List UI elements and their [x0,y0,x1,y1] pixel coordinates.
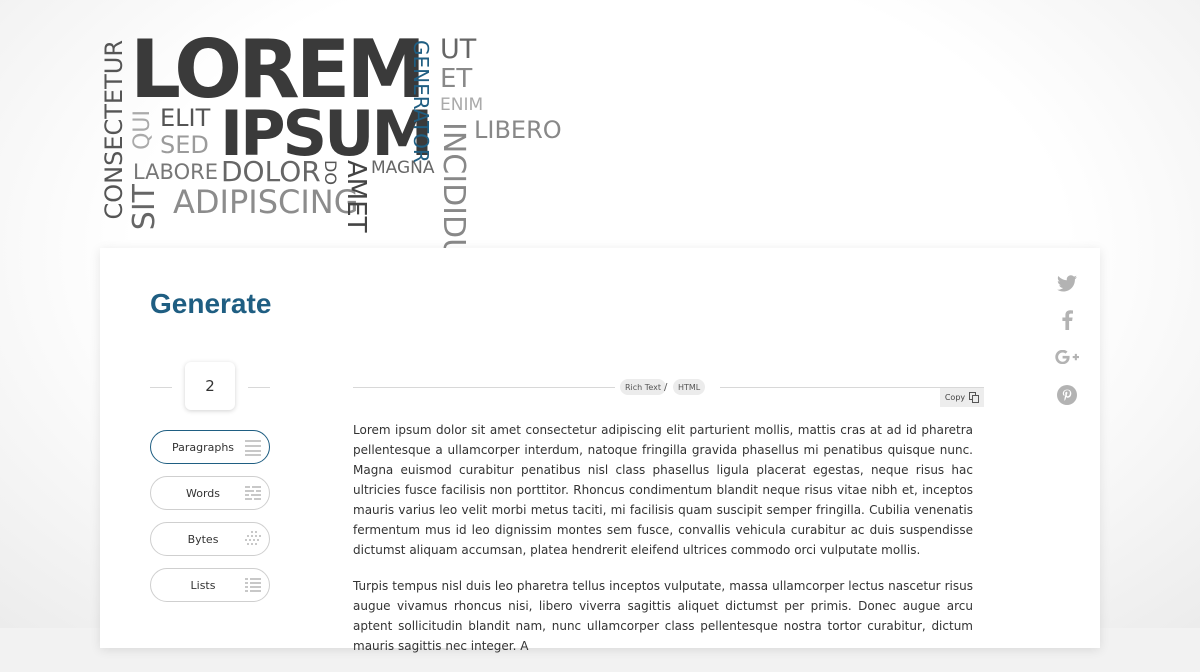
lists-option-button[interactable]: Lists [150,568,270,602]
word-cloud-logo[interactable]: CONSECTETUR LOREM QUI ELIT SED IPSUM LAB… [0,0,600,261]
output-paragraph: Lorem ipsum dolor sit amet consectetur a… [353,423,973,557]
paragraphs-option-button[interactable]: Paragraphs [150,430,270,464]
twitter-icon[interactable] [1054,270,1080,296]
word-elit: ELIT [160,104,211,132]
rich-text-toggle[interactable]: Rich Text [620,379,666,395]
word-enim: ENIM [440,95,484,115]
word-qui: QUI [130,110,155,150]
word-sed: SED [160,131,209,159]
count-divider-left [150,387,172,388]
word-dolor: DOLOR [221,155,321,188]
word-sit: SIT [127,184,162,231]
words-icon [245,486,261,500]
generator-card: Generate 2 Paragraphs Words Bytes Lists … [100,248,1100,653]
google-plus-icon[interactable] [1054,344,1080,370]
bytes-option-button[interactable]: Bytes [150,522,270,556]
copy-button[interactable]: Copy [940,388,984,407]
option-label: Bytes [187,532,219,546]
format-separator: / [664,382,668,393]
copy-icon [969,392,980,403]
output-paragraph: Turpis tempus nisl duis leo pharetra tel… [353,579,973,653]
words-option-button[interactable]: Words [150,476,270,510]
html-toggle[interactable]: HTML [673,379,706,395]
option-label: Paragraphs [171,440,235,454]
bytes-icon [245,531,261,545]
page-title: Generate [150,288,272,319]
count-divider-right [248,387,270,388]
word-generator: GENERATOR [409,40,433,163]
word-incididu: INCIDIDU [436,122,471,261]
word-libero: LIBERO [474,116,562,144]
option-label: Lists [190,578,216,592]
generated-text-output[interactable]: Lorem ipsum dolor sit amet consectetur a… [353,420,973,672]
option-label: Words [185,486,220,500]
paragraphs-icon [245,440,261,456]
lists-icon [245,578,261,592]
word-amet: AMET [341,160,371,233]
copy-label: Copy [944,393,966,402]
word-do: DO [321,160,340,185]
word-ut: UT [440,34,477,65]
word-adipiscing: ADIPISCING [173,183,359,221]
pinterest-icon[interactable] [1054,382,1080,408]
word-consectetur: CONSECTETUR [100,40,128,220]
format-divider-left [353,387,615,388]
count-input[interactable]: 2 [185,362,235,410]
facebook-icon[interactable] [1054,307,1080,333]
word-et: ET [440,64,473,94]
word-labore: LABORE [133,160,218,184]
